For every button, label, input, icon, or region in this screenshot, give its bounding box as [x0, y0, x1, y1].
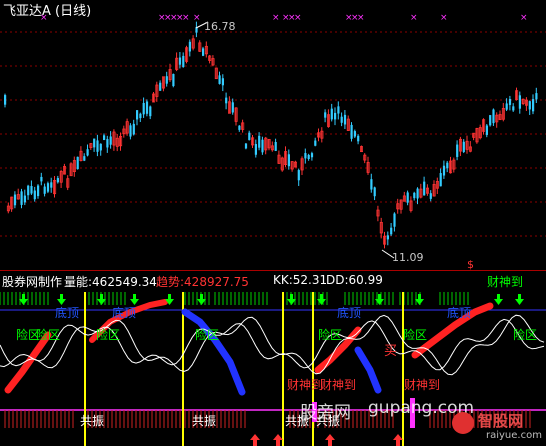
zone-risk-3: 险区 [96, 328, 121, 342]
watermark-site-cn: 股旁网 [300, 403, 351, 423]
zone-risk-2: 险区 [36, 328, 61, 342]
watermark-logo-url: raiyue.com [486, 430, 542, 441]
zone-bottom-top-1: 底顶 [55, 306, 80, 320]
watermark-logo-cn: 智股网 [478, 412, 524, 430]
zone-risk-4: 险区 [195, 328, 220, 342]
up-arrows [250, 434, 403, 446]
buy-signal: 买 [384, 344, 398, 359]
logo-icon [452, 412, 474, 434]
zone-risk-5: 险区 [318, 328, 343, 342]
zone-bottom-top-3: 底顶 [337, 306, 362, 320]
indicator-chart[interactable] [0, 0, 546, 446]
zone-bottom-top-4: 底顶 [447, 306, 472, 320]
caishen-2: 财神到 [320, 378, 357, 392]
resonance-1: 共振 [80, 414, 105, 428]
zone-risk-6: 险区 [403, 328, 428, 342]
caishen-3: 财神到 [404, 378, 441, 392]
zone-risk-7: 险区 [513, 328, 538, 342]
zone-bottom-top-2: 底顶 [112, 306, 137, 320]
resonance-2: 共振 [192, 414, 217, 428]
caishen-1: 财神到 [287, 378, 324, 392]
